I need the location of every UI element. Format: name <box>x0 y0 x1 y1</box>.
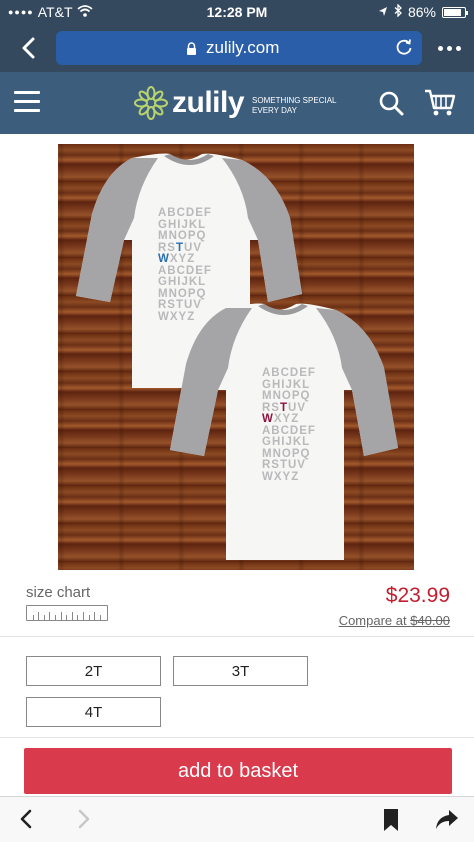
shirt-text-line: ABCDEF <box>262 367 316 379</box>
size-option-2t[interactable]: 2T <box>26 656 161 686</box>
product-image[interactable]: ABCDEF GHIJKL MNOPQ RSTUV WXYZ ABCDEF GHIJKL MN… <box>58 144 414 570</box>
shirt-text-line: WXYZ <box>262 413 300 425</box>
size-option-3t[interactable]: 3T <box>173 656 308 686</box>
tagline-line-2: EVERY DAY <box>252 106 297 115</box>
size-option-4t[interactable]: 4T <box>26 697 161 727</box>
price: $23.99 <box>385 584 450 607</box>
size-chart-link[interactable]: size chart <box>26 584 90 601</box>
share-icon[interactable] <box>434 808 460 837</box>
back-arrow-icon[interactable] <box>16 808 38 835</box>
tagline-line-1: SOMETHING SPECIAL <box>252 96 337 105</box>
location-icon <box>378 4 388 20</box>
lock-icon <box>186 41 197 61</box>
compare-price: $40.00 <box>410 613 450 628</box>
address-field[interactable]: zulily.com <box>56 31 422 65</box>
shirt-text-line: WXYZ <box>158 253 196 265</box>
shirt-text-line: MNOPQ <box>158 230 207 242</box>
battery-fill <box>444 8 462 16</box>
hamburger-icon[interactable] <box>14 91 40 113</box>
logo-tagline: SOMETHING SPECIAL EVERY DAY <box>252 96 336 116</box>
logo-wordmark: zulily <box>172 86 245 119</box>
bookmark-icon[interactable] <box>382 808 400 837</box>
battery-icon <box>442 6 468 18</box>
shirt-text-line: RSTUV <box>262 459 306 471</box>
shirt-text-line: WXYZ <box>262 470 300 483</box>
browser-url-bar: zulily.com <box>0 24 474 72</box>
flower-logo-icon <box>134 86 168 120</box>
add-to-basket-button[interactable]: add to basket <box>24 748 452 794</box>
compare-at[interactable]: Compare at $40.00 <box>339 613 450 628</box>
shirt-text-line: GHIJKL <box>158 276 207 288</box>
shirt-text-line: MNOPQ <box>262 390 311 402</box>
shirt-text-line: GHIJKL <box>262 436 311 448</box>
compare-label: Compare at <box>338 613 407 628</box>
bluetooth-icon <box>394 3 402 20</box>
status-right: 86% <box>378 3 468 20</box>
forward-arrow-icon[interactable] <box>72 808 94 835</box>
zulily-logo[interactable]: zulily SOMETHING SPECIAL EVERY DAY <box>134 79 336 127</box>
battery-percent: 86% <box>407 4 436 20</box>
divider <box>0 636 474 637</box>
status-bar: ●●●● AT&T 12:28 PM 86% <box>0 0 474 24</box>
url-text: zulily.com <box>206 38 280 57</box>
more-dots-icon[interactable] <box>434 35 464 61</box>
search-icon[interactable] <box>378 90 404 121</box>
reload-icon[interactable] <box>394 37 414 62</box>
shirt-right-graphic: ABCDEF GHIJKL MNOPQ RSTUV WXYZ ABCDEF GHIJKL MN… <box>262 367 316 483</box>
cart-icon[interactable] <box>424 88 456 123</box>
divider <box>0 737 474 738</box>
browser-toolbar <box>0 796 474 842</box>
ruler-icon[interactable] <box>26 605 108 621</box>
chevron-left-icon[interactable] <box>16 35 42 61</box>
site-header: zulily SOMETHING SPECIAL EVERY DAY <box>0 72 474 134</box>
shirt-text-line: ABCDEF <box>158 207 212 219</box>
